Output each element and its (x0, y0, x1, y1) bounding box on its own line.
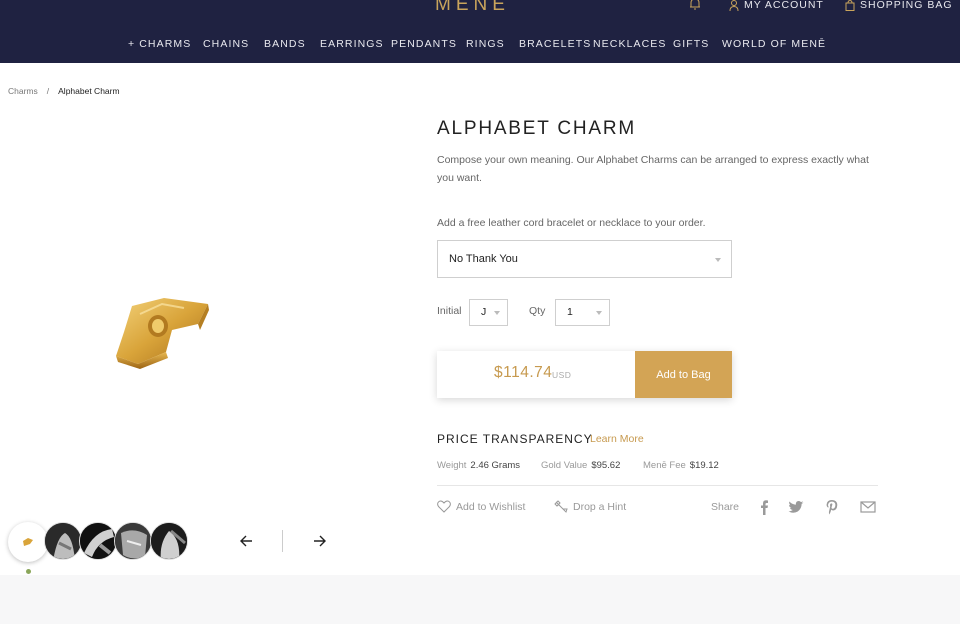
qty-select[interactable]: 1 (555, 299, 610, 326)
nav-item-pendants[interactable]: PENDANTS (391, 38, 457, 50)
mene-fee-label: Menē Fee (643, 460, 686, 471)
thumbnail-model-2[interactable] (79, 522, 117, 560)
weight-label: Weight (437, 460, 467, 471)
footer-band (0, 575, 960, 624)
breadcrumb-charms[interactable]: Charms (8, 86, 38, 96)
qty-select-value: 1 (567, 306, 573, 318)
hint-label: Drop a Hint (573, 500, 627, 513)
initial-label: Initial (437, 305, 462, 317)
next-arrow-icon[interactable] (312, 531, 328, 551)
nav-item-earrings[interactable]: EARRINGS (320, 38, 384, 50)
product-description: Compose your own meaning. Our Alphabet C… (437, 154, 869, 184)
weight-value: 2.46 Grams (470, 460, 521, 471)
facebook-icon[interactable] (756, 499, 772, 515)
carousel-divider (282, 530, 283, 552)
chevron-down-icon (715, 258, 721, 262)
cord-select[interactable]: No Thank You (437, 240, 732, 278)
nav-item-charms[interactable]: + CHARMS (128, 38, 191, 50)
add-to-wishlist-button[interactable]: Add to Wishlist (437, 500, 525, 513)
nav-item-world-of-mene[interactable]: WORLD OF MENĒ (722, 38, 826, 50)
prev-arrow-icon[interactable] (238, 531, 254, 551)
nav-item-gifts[interactable]: GIFTS (673, 38, 709, 50)
section-divider (437, 485, 878, 486)
chevron-down-icon (494, 311, 500, 315)
purchase-box: $114.74 USD Add to Bag (437, 351, 732, 398)
weight-info: Weight 2.46 Grams (437, 460, 520, 471)
shopping-bag-link[interactable]: SHOPPING BAG (845, 0, 953, 11)
initial-select[interactable]: J (469, 299, 508, 326)
shopping-bag-label: SHOPPING BAG (860, 0, 953, 11)
price-transparency-title: PRICE TRANSPARENCY (437, 432, 593, 446)
user-icon (729, 0, 739, 11)
product-price: $114.74 (494, 364, 553, 381)
twitter-icon[interactable] (788, 499, 804, 515)
mene-fee-info: Menē Fee $19.12 (643, 460, 719, 471)
qty-label: Qty (529, 305, 546, 317)
mail-icon[interactable] (860, 499, 876, 515)
product-image (116, 298, 209, 369)
pinterest-icon[interactable] (824, 499, 840, 515)
hint-icon (554, 500, 568, 513)
thumbnail-model-3[interactable] (114, 522, 152, 560)
chevron-down-icon (596, 311, 602, 315)
thumbnail-charm-icon (23, 538, 33, 546)
bag-icon (845, 0, 855, 11)
site-header: MENĒ MY ACCOUNT SHOPPING BAG + CHARMS CH… (0, 0, 960, 63)
breadcrumb-separator: / (46, 86, 50, 96)
cord-option-label: Add a free leather cord bracelet or neck… (437, 217, 706, 229)
nav-item-chains[interactable]: CHAINS (203, 38, 249, 50)
breadcrumb: Charms / Alphabet Charm (8, 86, 120, 96)
price-currency: USD (552, 370, 572, 380)
nav-item-bracelets[interactable]: BRACELETS (519, 38, 591, 50)
thumbnail-indicator (26, 569, 31, 574)
bell-icon[interactable] (688, 0, 702, 10)
nav-item-bands[interactable]: BANDS (264, 38, 306, 50)
drop-a-hint-button[interactable]: Drop a Hint (554, 500, 626, 513)
initial-select-value: J (481, 306, 487, 318)
gold-value-amount: $95.62 (591, 460, 621, 471)
main-nav: + CHARMS CHAINS BANDS EARRINGS PENDANTS … (0, 38, 960, 52)
nav-item-necklaces[interactable]: NECKLACES (593, 38, 667, 50)
learn-more-link[interactable]: Learn More (590, 433, 644, 445)
wishlist-label: Add to Wishlist (456, 500, 526, 513)
heart-icon (437, 500, 451, 513)
site-logo[interactable]: MENĒ (435, 0, 510, 16)
product-title: ALPHABET CHARM (437, 118, 637, 139)
gold-value-info: Gold Value $95.62 (541, 460, 620, 471)
my-account-link[interactable]: MY ACCOUNT (729, 0, 824, 11)
mene-fee-amount: $19.12 (689, 460, 719, 471)
thumbnail-model-4[interactable] (150, 522, 188, 560)
thumbnail-active[interactable] (8, 522, 48, 562)
cord-select-value: No Thank You (449, 253, 518, 265)
add-to-bag-button[interactable]: Add to Bag (635, 351, 732, 398)
thumbnail-model-1[interactable] (44, 522, 82, 560)
nav-item-rings[interactable]: RINGS (466, 38, 505, 50)
gold-value-label: Gold Value (541, 460, 588, 471)
my-account-label: MY ACCOUNT (744, 0, 824, 11)
breadcrumb-current: Alphabet Charm (58, 86, 120, 96)
share-label: Share (711, 501, 740, 513)
